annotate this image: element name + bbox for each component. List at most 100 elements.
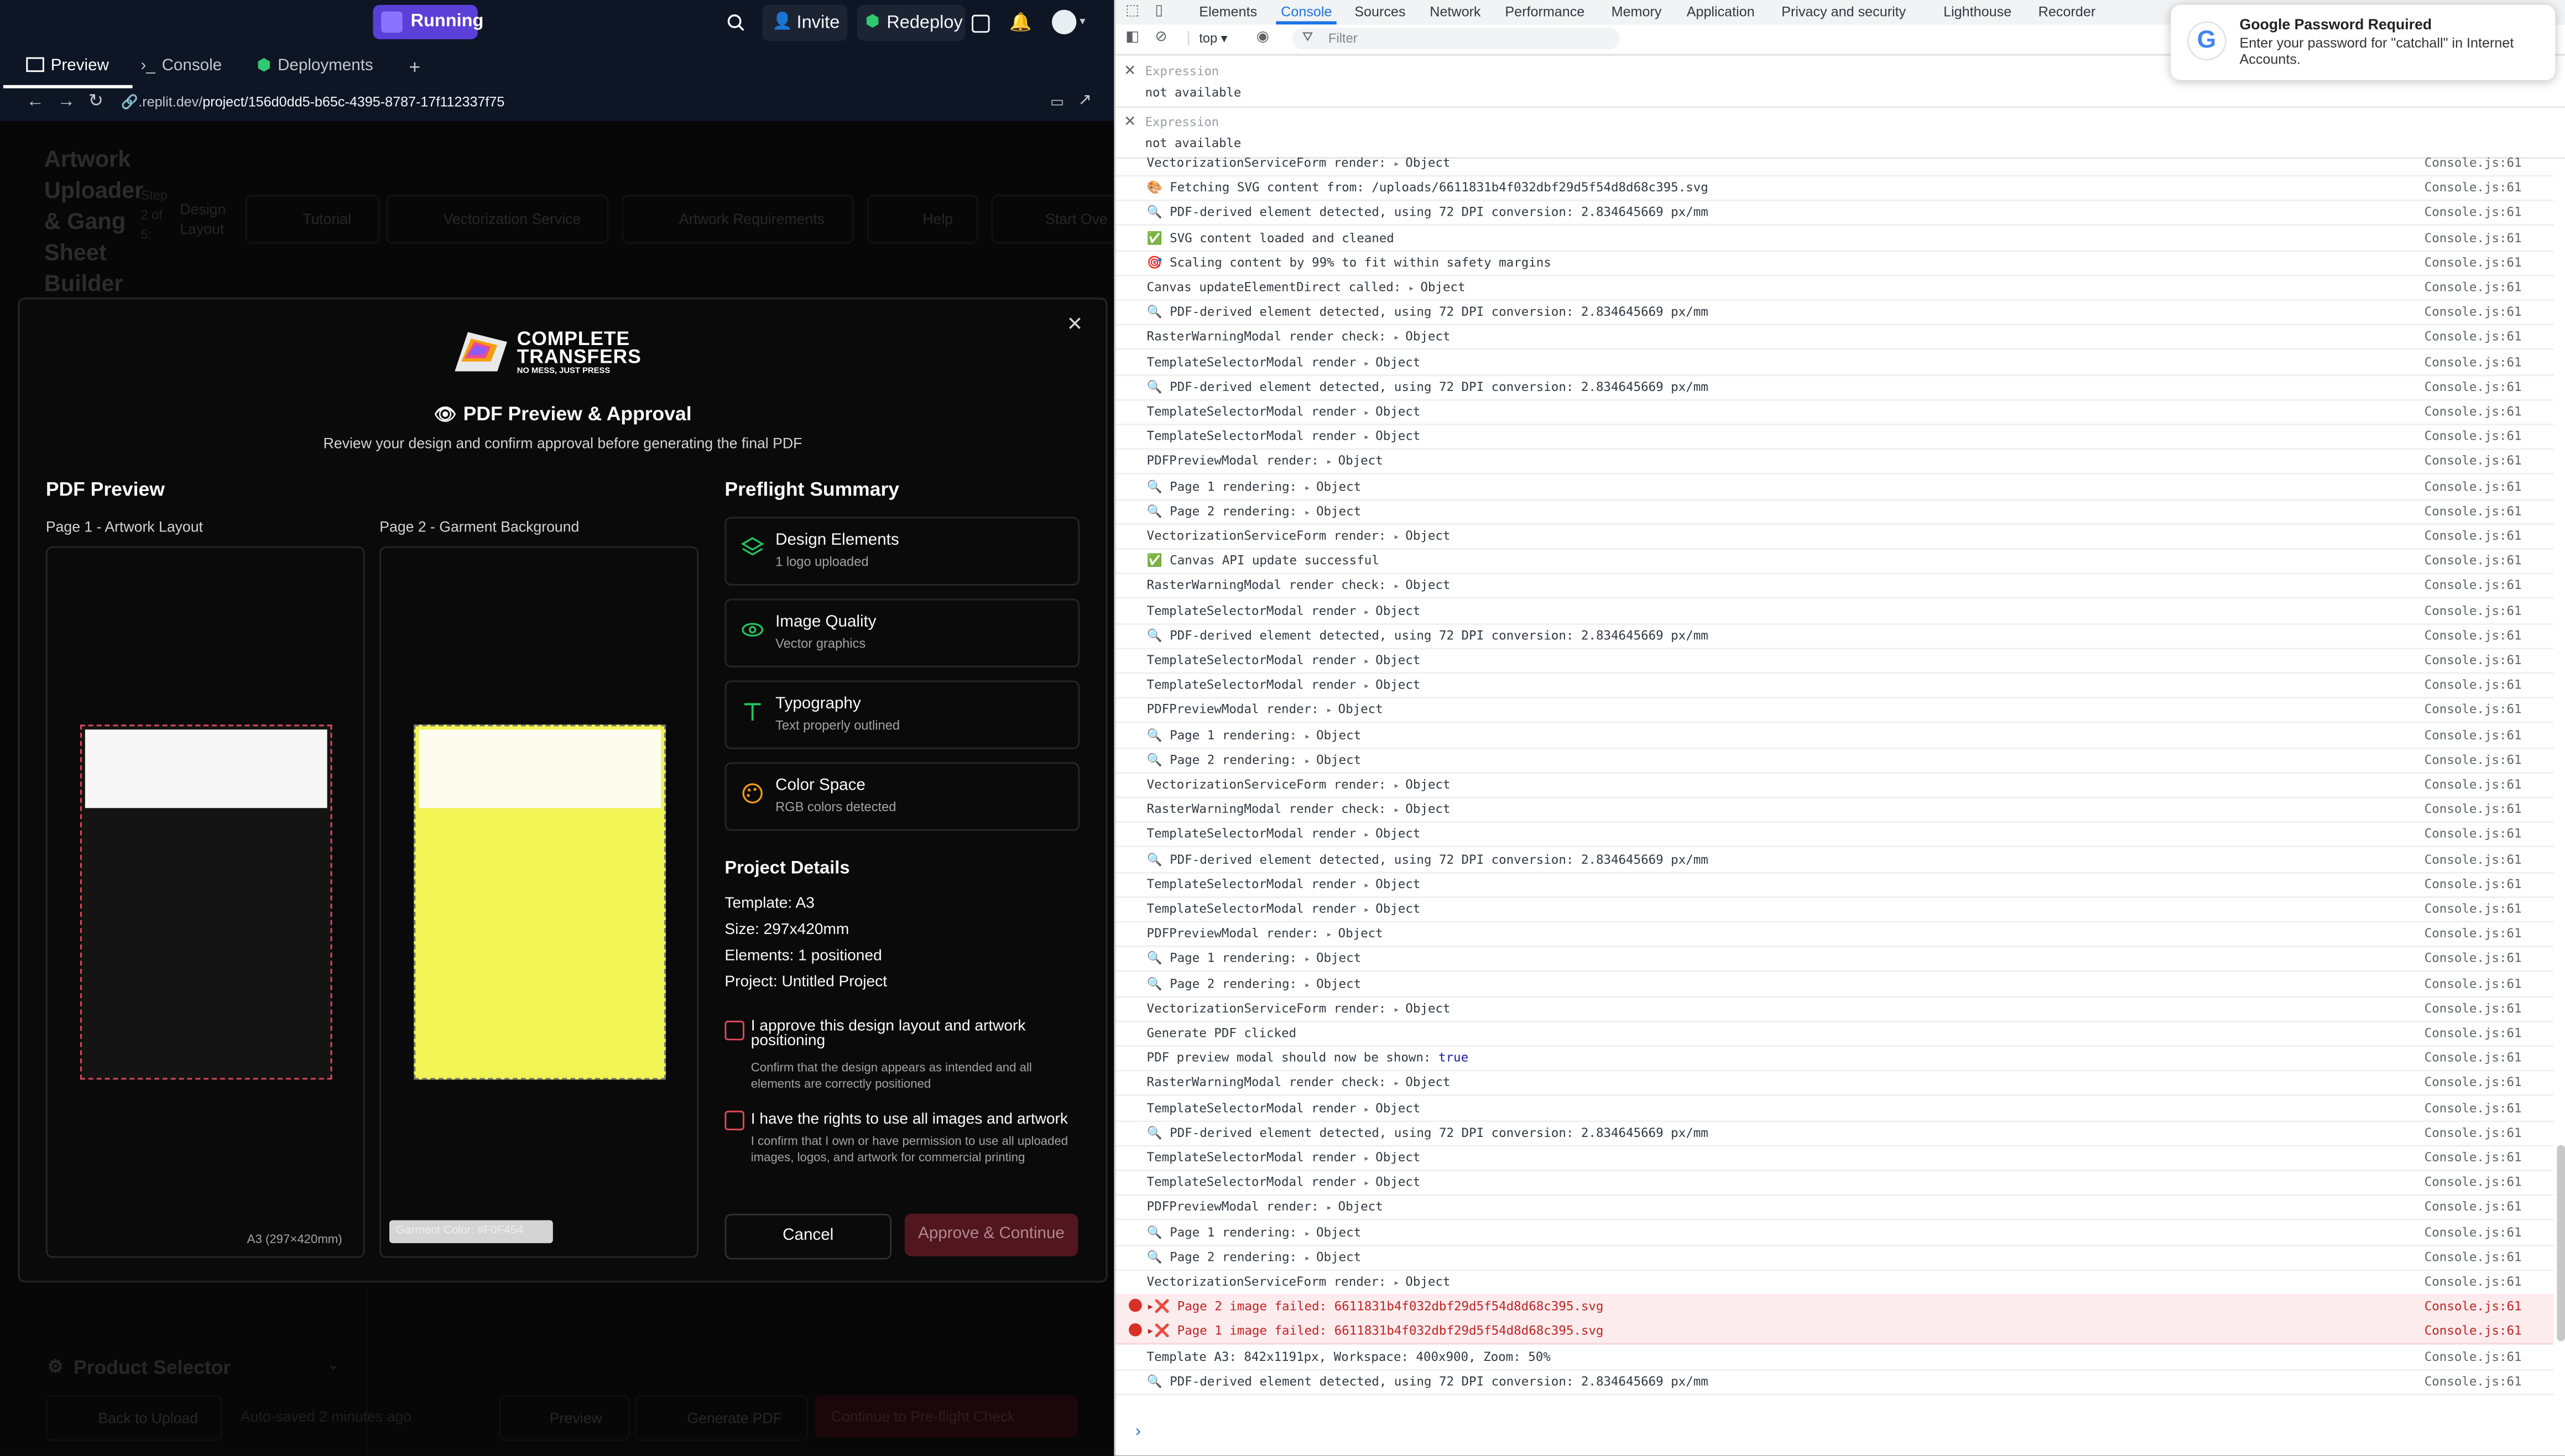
console-log-row[interactable]: PDFPreviewModal render: Object Console.js… — [1115, 449, 2554, 475]
console-error-row[interactable]: ▸❌ Page 1 image failed: 6611831b4f032dbf… — [1115, 1319, 2554, 1345]
log-source-link[interactable]: Console.js:61 — [2425, 578, 2522, 593]
log-object-expander[interactable]: Object — [1364, 827, 1421, 842]
forward-arrow-icon[interactable]: → — [58, 92, 76, 111]
log-source-link[interactable]: Console.js:61 — [2425, 354, 2522, 369]
console-log-row[interactable]: Canvas updateElementDirect called: Objec… — [1115, 275, 2554, 301]
run-status-button[interactable]: Running — [373, 4, 483, 39]
log-object-expander[interactable]: Object — [1305, 976, 1362, 991]
log-object-expander[interactable]: Object — [1394, 157, 1451, 170]
log-object-expander[interactable]: Object — [1305, 503, 1362, 518]
log-source-link[interactable]: Console.js:61 — [2425, 1125, 2522, 1140]
log-source-link[interactable]: Console.js:61 — [2425, 1274, 2522, 1289]
log-source-link[interactable]: Console.js:61 — [2425, 429, 2522, 444]
log-source-link[interactable]: Console.js:61 — [2425, 1374, 2522, 1389]
inspect-element-icon[interactable]: ⬚ — [1125, 2, 1139, 20]
add-tab-icon[interactable]: + — [409, 46, 421, 88]
console-log-row[interactable]: 🔍 Page 2 rendering: Object Console.js:61 — [1115, 747, 2554, 774]
log-source-link[interactable]: Console.js:61 — [2425, 503, 2522, 518]
log-source-link[interactable]: Console.js:61 — [2425, 478, 2522, 493]
context-select[interactable]: top ▾ — [1187, 31, 1228, 46]
log-object-expander[interactable]: Object — [1364, 876, 1421, 891]
log-object-expander[interactable]: Object — [1394, 528, 1451, 543]
console-log-row[interactable]: TemplateSelectorModal render Object Conso… — [1115, 424, 2554, 451]
log-source-link[interactable]: Console.js:61 — [2425, 1051, 2522, 1066]
console-log-row[interactable]: 🔍 PDF-derived element detected, using 72… — [1115, 1120, 2554, 1146]
console-log-row[interactable]: VectorizationServiceForm render: Object C… — [1115, 157, 2554, 177]
password-notification[interactable]: G Google Password Required Enter your pa… — [2171, 4, 2556, 80]
rights-checkbox[interactable] — [724, 1110, 744, 1130]
clear-console-icon[interactable]: ⊘ — [1155, 28, 1167, 46]
log-source-link[interactable]: Console.js:61 — [2425, 677, 2522, 692]
log-source-link[interactable]: Console.js:61 — [2425, 777, 2522, 792]
sidebar-toggle-icon[interactable]: ◧ — [1125, 28, 1139, 46]
console-filter-input[interactable]: ⛛ Filter — [1292, 28, 1620, 49]
console-log-row[interactable]: VectorizationServiceForm render: Object C… — [1115, 772, 2554, 799]
log-object-expander[interactable]: Object — [1326, 1199, 1383, 1214]
live-expression-eye-icon[interactable]: ◉ — [1257, 28, 1269, 46]
log-object-expander[interactable]: Object — [1364, 1100, 1421, 1115]
log-source-link[interactable]: Console.js:61 — [2425, 1076, 2522, 1090]
console-log-row[interactable]: 🔍 PDF-derived element detected, using 72… — [1115, 200, 2554, 227]
notifications-bell-icon[interactable]: 🔔 — [1009, 0, 1032, 46]
log-source-link[interactable]: Console.js:61 — [2425, 205, 2522, 220]
devtools-tab-network[interactable]: Network — [1430, 3, 1480, 20]
console-log-row[interactable]: RasterWarningModal render check: Object C… — [1115, 797, 2554, 823]
log-source-link[interactable]: Console.js:61 — [2425, 528, 2522, 543]
log-object-expander[interactable]: Object — [1305, 1224, 1362, 1239]
tab-deployments[interactable]: ⬢ Deployments — [257, 46, 373, 88]
back-arrow-icon[interactable]: ← — [26, 92, 44, 111]
console-log-row[interactable]: 🎨 Fetching SVG content from: /uploads/66… — [1115, 175, 2554, 202]
approve-continue-button[interactable]: Approve & Continue — [904, 1213, 1078, 1256]
log-source-link[interactable]: Console.js:61 — [2425, 379, 2522, 394]
log-source-link[interactable]: Console.js:61 — [2425, 454, 2522, 469]
log-object-expander[interactable]: Object — [1364, 354, 1421, 369]
log-object-expander[interactable]: Object — [1394, 1076, 1451, 1090]
log-object-expander[interactable]: Object — [1305, 727, 1362, 742]
log-source-link[interactable]: Console.js:61 — [2425, 802, 2522, 817]
console-log-row[interactable]: PDFPreviewModal render: Object Console.js… — [1115, 921, 2554, 948]
console-prompt[interactable]: › — [1135, 1423, 1141, 1441]
console-log-row[interactable]: 🔍 Page 1 rendering: Object Console.js:61 — [1115, 1219, 2554, 1246]
console-log-row[interactable]: 🔍 Page 2 rendering: Object Console.js:61 — [1115, 971, 2554, 998]
console-scrollbar[interactable] — [2557, 1145, 2565, 1342]
console-log-row[interactable]: PDFPreviewModal render: Object Console.js… — [1115, 1194, 2554, 1221]
log-source-link[interactable]: Console.js:61 — [2425, 553, 2522, 568]
console-log-row[interactable]: 🔍 PDF-derived element detected, using 72… — [1115, 847, 2554, 873]
log-object-expander[interactable]: Object — [1394, 1001, 1451, 1016]
log-source-link[interactable]: Console.js:61 — [2425, 1299, 2522, 1314]
log-source-link[interactable]: Console.js:61 — [2425, 1001, 2522, 1016]
console-log-row[interactable]: ✅ SVG content loaded and cleaned Console.… — [1115, 225, 2554, 252]
console-log-row[interactable]: RasterWarningModal render check: Object C… — [1115, 1071, 2554, 1097]
log-source-link[interactable]: Console.js:61 — [2425, 1324, 2522, 1339]
redeploy-button[interactable]: ⬢ Redeploy — [857, 4, 966, 41]
log-object-expander[interactable]: Object — [1394, 330, 1451, 345]
log-source-link[interactable]: Console.js:61 — [2425, 827, 2522, 842]
log-object-expander[interactable]: Object — [1364, 901, 1421, 916]
console-log-row[interactable]: ✅ Canvas API update successful Console.js… — [1115, 548, 2554, 575]
log-object-expander[interactable]: Object — [1364, 1150, 1421, 1165]
log-object-expander[interactable]: Object — [1364, 653, 1421, 667]
console-log-row[interactable]: TemplateSelectorModal render Object Conso… — [1115, 349, 2554, 376]
console-log-row[interactable]: 🎯 Scaling content by 99% to fit within s… — [1115, 250, 2554, 276]
console-log-row[interactable]: TemplateSelectorModal render Object Conso… — [1115, 598, 2554, 624]
log-source-link[interactable]: Console.js:61 — [2425, 280, 2522, 295]
log-source-link[interactable]: Console.js:61 — [2425, 976, 2522, 991]
devtools-tab-elements[interactable]: Elements — [1199, 3, 1257, 20]
console-log-row[interactable]: 🔍 Page 1 rendering: Object Console.js:61 — [1115, 722, 2554, 749]
log-source-link[interactable]: Console.js:61 — [2425, 230, 2522, 245]
reload-icon[interactable]: ↻ — [88, 90, 103, 111]
log-object-expander[interactable]: Object — [1364, 677, 1421, 692]
invite-button[interactable]: 👤 Invite — [762, 4, 848, 41]
log-source-link[interactable]: Console.js:61 — [2425, 702, 2522, 717]
open-new-tab-icon[interactable]: ↗ — [1078, 92, 1092, 110]
devtools-tab-console[interactable]: Console — [1276, 3, 1337, 25]
devtools-tab-lighthouse[interactable]: Lighthouse — [1943, 3, 2011, 20]
tab-console[interactable]: ›_ Console — [140, 46, 222, 88]
log-source-link[interactable]: Console.js:61 — [2425, 951, 2522, 966]
devtools-tab-memory[interactable]: Memory — [1612, 3, 1662, 20]
log-source-link[interactable]: Console.js:61 — [2425, 752, 2522, 767]
console-log-row[interactable]: TemplateSelectorModal render Object Conso… — [1115, 672, 2554, 699]
tab-preview[interactable]: Preview — [3, 46, 131, 88]
log-source-link[interactable]: Console.js:61 — [2425, 852, 2522, 867]
log-source-link[interactable]: Console.js:61 — [2425, 1026, 2522, 1041]
